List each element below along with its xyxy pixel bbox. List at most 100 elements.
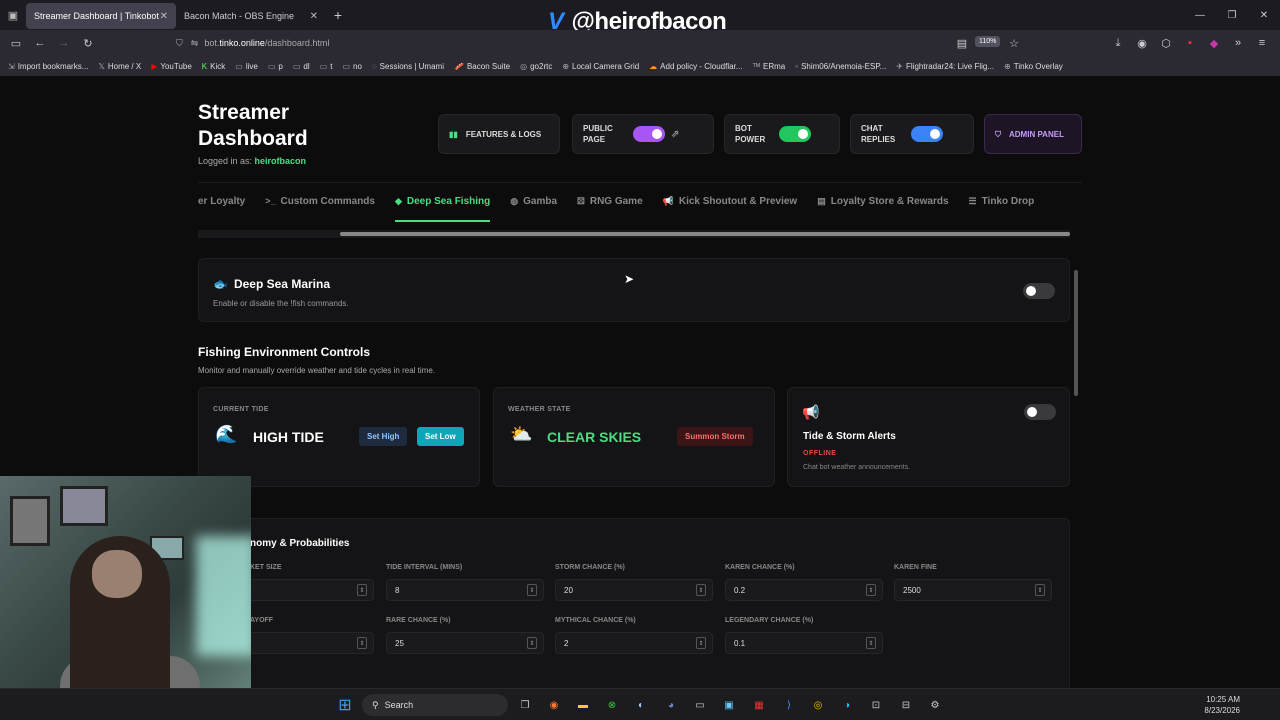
alerts-toggle[interactable]	[1024, 404, 1056, 420]
set-low-button[interactable]: Set Low	[417, 427, 464, 446]
tab-deep-sea-fishing[interactable]: ◆ Deep Sea Fishing	[394, 196, 491, 222]
settings-icon[interactable]: ⚙	[926, 696, 944, 714]
sidebar-icon[interactable]: ▭	[4, 31, 28, 55]
set-high-button[interactable]: Set High	[359, 427, 408, 446]
bookmark-folder[interactable]: ▭ dl	[293, 62, 310, 71]
extensions-icon[interactable]: ⬡	[1154, 31, 1178, 55]
tab-tinko-drop[interactable]: ☰ Tinko Drop	[969, 196, 1035, 222]
firefox-icon[interactable]: ◉	[545, 696, 563, 714]
bookmark-item[interactable]: ᵀᴹ ERma	[752, 62, 785, 71]
voicemod-icon[interactable]: ▦	[750, 696, 768, 714]
stepper-icon[interactable]: ⇕	[1035, 584, 1045, 596]
bookmark-item[interactable]: ⊕ Tinko Overlay	[1004, 62, 1063, 71]
menu-icon[interactable]: ≡	[1250, 31, 1274, 55]
reader-view-icon[interactable]: ▤	[950, 31, 974, 55]
windows-start-icon[interactable]: ⊞	[336, 696, 354, 714]
mythical-chance-input[interactable]: 2 ⇕	[555, 632, 713, 654]
browser-tab-dashboard[interactable]: Streamer Dashboard | Tinkobot ✕	[26, 3, 176, 29]
vscode-icon[interactable]: ⟩	[780, 696, 798, 714]
bookmark-item[interactable]: ▶ YouTube	[151, 62, 192, 71]
app-icon[interactable]: ▣	[720, 696, 738, 714]
url-bar[interactable]: ⛉ ⇋ bot. tinko.online/dashboard.html	[176, 33, 1028, 53]
file-explorer-icon[interactable]: ▬	[574, 696, 592, 714]
tab-list-icon[interactable]: ▣	[0, 0, 26, 30]
bookmark-item[interactable]: K Kick	[202, 62, 225, 71]
external-link-icon[interactable]: ⇗	[671, 129, 679, 140]
bookmark-item[interactable]: ◌ Sessions | Umami	[372, 62, 444, 71]
stepper-icon[interactable]: ⇕	[357, 584, 367, 596]
stepper-icon[interactable]: ⇕	[357, 637, 367, 649]
bookmark-item[interactable]: ⊕ Local Camera Grid	[562, 62, 639, 71]
public-page-toggle[interactable]	[633, 126, 665, 142]
xbox-icon[interactable]: ⊗	[603, 696, 621, 714]
scrollbar-thumb[interactable]	[340, 232, 1070, 236]
stepper-icon[interactable]: ⇕	[866, 637, 876, 649]
summon-storm-button[interactable]: Summon Storm	[677, 427, 753, 446]
taskbar-clock[interactable]: 10:25 AM 8/23/2026	[1204, 694, 1240, 716]
forward-icon[interactable]: →	[52, 31, 76, 55]
browser-tab-obs[interactable]: Bacon Match - OBS Engine ✕	[176, 3, 326, 29]
tabs-scrollbar[interactable]	[198, 230, 1070, 238]
bookmark-item[interactable]: 🥓 Bacon Suite	[454, 62, 510, 71]
app-icon[interactable]: ⊟	[897, 696, 915, 714]
back-icon[interactable]: ←	[28, 31, 52, 55]
reload-icon[interactable]: ↻	[76, 31, 100, 55]
tab-rng-game[interactable]: ⚄ RNG Game	[577, 196, 643, 222]
stepper-icon[interactable]: ⇕	[696, 584, 706, 596]
bookmark-item[interactable]: ✈ Flightradar24: Live Flig...	[896, 62, 994, 71]
extension-badge-icon[interactable]: ▪	[1178, 31, 1202, 55]
stepper-icon[interactable]: ⇕	[696, 637, 706, 649]
bookmark-item[interactable]: ▫ Shim06/Anemoia-ESP...	[795, 62, 886, 71]
close-window-icon[interactable]: ✕	[1248, 0, 1280, 30]
tab-gamba[interactable]: ◍ Gamba	[510, 196, 557, 222]
zoom-level[interactable]: 110%	[975, 36, 1001, 47]
new-tab-button[interactable]: +	[326, 7, 350, 23]
task-view-icon[interactable]: ❐	[516, 696, 534, 714]
tab-custom-commands[interactable]: >_ Custom Commands	[265, 196, 375, 222]
close-icon[interactable]: ✕	[160, 11, 168, 22]
bookmark-item[interactable]: ⇲ Import bookmarks...	[8, 62, 88, 71]
taskbar-search[interactable]: ⚲ Search	[362, 694, 508, 716]
terminal-icon[interactable]: ▭	[691, 696, 709, 714]
restore-icon[interactable]: ❐	[1216, 0, 1248, 30]
bookmark-folder[interactable]: ▭ live	[235, 62, 258, 71]
tab-loyalty[interactable]: er Loyalty	[198, 196, 245, 222]
close-icon[interactable]: ✕	[310, 11, 318, 22]
more-tools-icon[interactable]: »	[1226, 31, 1250, 55]
storm-chance-input[interactable]: 20 ⇕	[555, 579, 713, 601]
tab-loyalty-store[interactable]: ▤ Loyalty Store & Rewards	[817, 196, 948, 222]
chrome-icon[interactable]: ◎	[809, 696, 827, 714]
discord-icon[interactable]: ◕	[662, 696, 680, 714]
bookmark-item[interactable]: 𝕏 Home / X	[98, 62, 141, 71]
karen-fine-input[interactable]: 2500 ⇕	[894, 579, 1052, 601]
bot-power-toggle[interactable]	[779, 126, 811, 142]
legendary-chance-input[interactable]: 0.1 ⇕	[725, 632, 883, 654]
download-icon[interactable]: ⤓	[1106, 31, 1130, 55]
stepper-icon[interactable]: ⇕	[527, 584, 537, 596]
account-icon[interactable]: ◉	[1130, 31, 1154, 55]
app-icon[interactable]: ⊡	[867, 696, 885, 714]
tide-interval-input[interactable]: 8 ⇕	[386, 579, 544, 601]
extension-purple-icon[interactable]: ◆	[1202, 31, 1226, 55]
stepper-icon[interactable]: ⇕	[527, 637, 537, 649]
scrollbar-thumb[interactable]	[1074, 270, 1078, 396]
bookmark-folder[interactable]: ▭ p	[268, 62, 283, 71]
bookmark-item[interactable]: ☁ Add policy - Cloudflar...	[649, 62, 742, 71]
page-scrollbar[interactable]	[1072, 266, 1080, 666]
chat-replies-toggle[interactable]	[911, 126, 943, 142]
minimize-icon[interactable]: —	[1184, 0, 1216, 30]
bookmark-star-icon[interactable]: ☆	[1002, 31, 1026, 55]
stepper-icon[interactable]: ⇕	[866, 584, 876, 596]
steam-icon[interactable]: ◐	[632, 696, 650, 714]
karen-chance-input[interactable]: 0.2 ⇕	[725, 579, 883, 601]
bookmark-folder[interactable]: ▭ t	[320, 62, 333, 71]
admin-panel-button[interactable]: ⛉ ADMIN PANEL	[984, 114, 1082, 154]
rare-chance-input[interactable]: 25 ⇕	[386, 632, 544, 654]
edge-icon[interactable]: ◑	[838, 696, 856, 714]
tab-kick-shoutout[interactable]: 📢 Kick Shoutout & Preview	[663, 196, 798, 222]
bookmark-item[interactable]: ◎ go2rtc	[520, 62, 552, 71]
marina-toggle[interactable]	[1023, 283, 1055, 299]
features-logs-button[interactable]: ▮▮ FEATURES & LOGS	[438, 114, 560, 154]
bookmark-folder[interactable]: ▭ no	[342, 62, 361, 71]
marina-title: Deep Sea Marina	[233, 277, 330, 291]
